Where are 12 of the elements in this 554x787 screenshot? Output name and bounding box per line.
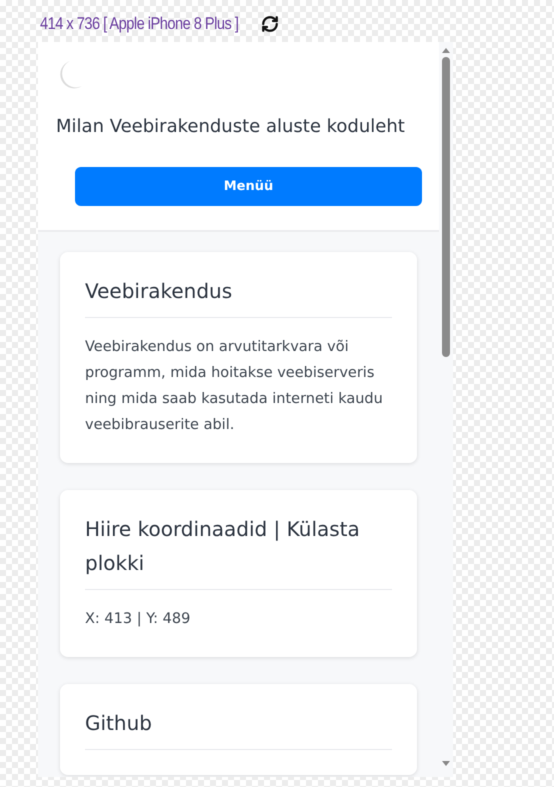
scrollbar-thumb[interactable] (442, 57, 450, 357)
card-title: Hiire koordinaadid | Külasta plokki (85, 512, 392, 590)
menu-button[interactable]: Menüü (75, 167, 422, 206)
scroll-up-icon[interactable] (441, 46, 451, 54)
card-title: Veebirakendus (85, 274, 392, 318)
rotate-icon[interactable] (260, 15, 279, 33)
card-title: Github (85, 706, 392, 750)
site-title: Milan Veebirakenduste aluste koduleht (56, 116, 406, 137)
scroll-down-icon[interactable] (441, 760, 451, 768)
card-text: Veebirakendus on arvutitarkvara või programm, mida hoitakse veebiserveris ning mida saab kasutada interneti kaudu veebibrauserite abil. (85, 338, 384, 435)
card-text: X: 413 | Y: 489 (85, 610, 192, 629)
device-label: 414 x 736 [ Apple iPhone 8 Plus ] (40, 14, 238, 34)
